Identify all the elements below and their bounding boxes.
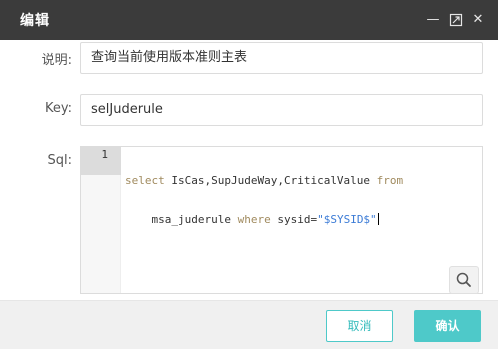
code-line: select IsCas,SupJudeWay,CriticalValue fr… — [125, 174, 475, 187]
sql-text: IsCas,SupJudeWay,CriticalValue — [164, 174, 377, 187]
description-field[interactable]: 查询当前使用版本准则主表 — [80, 42, 483, 74]
sql-code[interactable]: select IsCas,SupJudeWay,CriticalValue fr… — [125, 148, 475, 252]
confirm-button[interactable]: 确认 — [414, 310, 481, 342]
dialog-footer: 取消 确认 — [0, 300, 498, 349]
dialog-body: 说明: 查询当前使用版本准则主表 Key: selJuderule Sql: 1… — [0, 40, 498, 300]
code-line: msa_juderule where sysid="$SYSID$" — [125, 213, 475, 226]
edit-dialog: 编辑 — ✕ 说明: 查询当前使用版本准则主表 Key: selJuderule… — [0, 0, 498, 349]
magnifier-icon — [456, 272, 471, 287]
cancel-button[interactable]: 取消 — [326, 310, 393, 342]
sql-editor[interactable]: 1 select IsCas,SupJudeWay,CriticalValue … — [80, 146, 483, 294]
sql-keyword: select — [125, 174, 165, 187]
editor-gutter: 1 — [81, 147, 121, 293]
dialog-titlebar[interactable]: 编辑 — ✕ — [0, 0, 498, 40]
dialog-title: 编辑 — [20, 13, 50, 29]
sql-text: msa_juderule — [125, 213, 238, 226]
search-button[interactable] — [449, 266, 479, 294]
sql-keyword: where — [237, 213, 271, 226]
text-cursor — [377, 213, 379, 225]
line-number: 1 — [101, 148, 108, 161]
sql-string: "$SYSID$" — [317, 213, 377, 226]
maximize-icon[interactable] — [448, 11, 464, 29]
description-label: 说明: — [41, 53, 72, 68]
sql-label: Sql: — [47, 153, 73, 168]
close-icon[interactable]: ✕ — [470, 11, 486, 29]
key-label: Key: — [44, 101, 72, 116]
sql-keyword: from — [376, 174, 404, 187]
sql-text: sysid= — [270, 213, 318, 226]
key-field[interactable]: selJuderule — [80, 94, 483, 126]
minimize-icon[interactable]: — — [425, 11, 441, 29]
